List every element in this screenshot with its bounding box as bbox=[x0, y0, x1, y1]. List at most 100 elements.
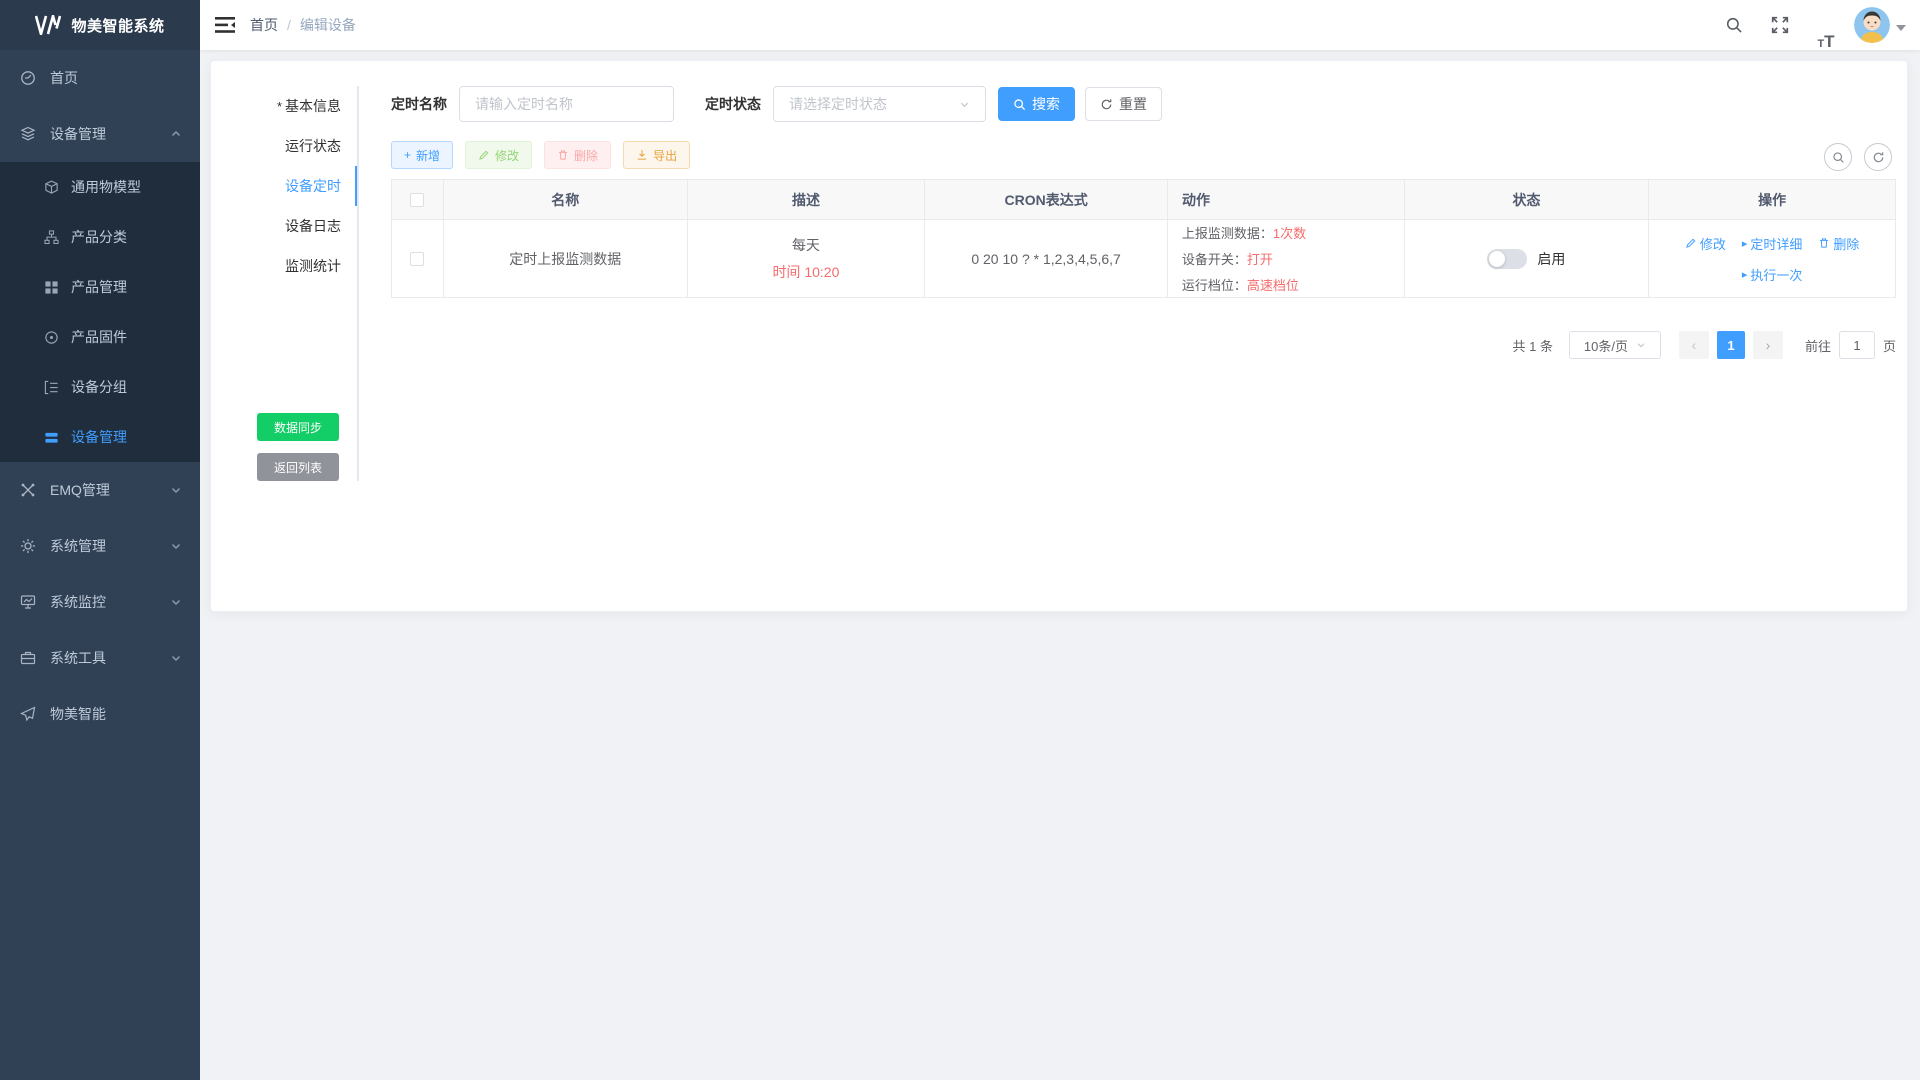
add-button-label: 新增 bbox=[416, 147, 440, 164]
sidebar-item-label: 设备分组 bbox=[71, 377, 127, 397]
pencil-icon bbox=[478, 149, 490, 161]
sidebar-item-home[interactable]: 首页 bbox=[0, 50, 200, 106]
devices-icon bbox=[20, 126, 36, 142]
page-number-1[interactable]: 1 bbox=[1717, 331, 1745, 359]
op-timer-detail-link[interactable]: ▸ 定时详细 bbox=[1742, 234, 1803, 253]
goto-page-input[interactable] bbox=[1839, 331, 1875, 359]
sidebar-item-label: 系统监控 bbox=[50, 592, 106, 612]
avatar-image bbox=[1854, 7, 1890, 43]
sidebar-item-system-mgmt[interactable]: 系统管理 bbox=[0, 518, 200, 574]
font-size-button[interactable]: TT bbox=[1808, 0, 1844, 50]
tab-device-timer[interactable]: 设备定时 bbox=[251, 166, 357, 206]
page-unit-label: 页 bbox=[1883, 336, 1896, 355]
sidebar-item-emq[interactable]: EMQ管理 bbox=[0, 462, 200, 518]
timer-name-input[interactable] bbox=[459, 86, 674, 122]
tab-device-log[interactable]: 设备日志 bbox=[251, 206, 357, 246]
sidebar-item-system-tools[interactable]: 系统工具 bbox=[0, 630, 200, 686]
header-ops: 操作 bbox=[1649, 180, 1895, 220]
sidebar-item-label: 系统工具 bbox=[50, 648, 106, 668]
sidebar-item-device-mgmt[interactable]: 设备管理 bbox=[0, 106, 200, 162]
required-mark: * bbox=[277, 99, 282, 114]
op-delete-link[interactable]: 删除 bbox=[1818, 234, 1859, 253]
tabs-divider bbox=[357, 86, 359, 481]
edit-button-label: 修改 bbox=[495, 147, 519, 164]
tree-icon bbox=[44, 230, 59, 245]
action-label: 运行档位： bbox=[1182, 278, 1247, 293]
reset-button[interactable]: 重置 bbox=[1085, 87, 1162, 121]
paper-plane-icon bbox=[20, 706, 36, 722]
select-placeholder: 请选择定时状态 bbox=[789, 94, 887, 114]
edit-button[interactable]: 修改 bbox=[465, 141, 532, 169]
op-label: 执行一次 bbox=[1750, 265, 1802, 284]
action-value: 1次数 bbox=[1273, 226, 1306, 241]
timer-status-select[interactable]: 请选择定时状态 bbox=[773, 86, 986, 122]
goto-label: 前往 bbox=[1805, 336, 1831, 355]
sidebar-item-product-category[interactable]: 产品分类 bbox=[0, 212, 200, 262]
sidebar-toggle-button[interactable] bbox=[200, 0, 250, 50]
sidebar-item-label: EMQ管理 bbox=[50, 480, 110, 500]
select-all-checkbox[interactable] bbox=[410, 193, 424, 207]
export-button-label: 导出 bbox=[653, 147, 677, 164]
sidebar-item-thing-model[interactable]: 通用物模型 bbox=[0, 162, 200, 212]
caret-right-icon: ▸ bbox=[1742, 268, 1748, 281]
page-size-select[interactable]: 10条/页 bbox=[1569, 331, 1661, 359]
avatar[interactable] bbox=[1854, 7, 1890, 43]
header-search-button[interactable] bbox=[1716, 0, 1752, 50]
action-label: 上报监测数据： bbox=[1182, 226, 1273, 241]
delete-button[interactable]: 删除 bbox=[544, 141, 611, 169]
toggle-search-button[interactable] bbox=[1824, 143, 1852, 171]
export-button[interactable]: 导出 bbox=[623, 141, 690, 169]
sidebar-item-product-mgmt[interactable]: 产品管理 bbox=[0, 262, 200, 312]
action-line: 运行档位：高速档位 bbox=[1182, 275, 1299, 294]
desc-main: 每天 bbox=[792, 235, 820, 255]
sidebar-item-device-mgmt-sub[interactable]: 设备管理 bbox=[0, 412, 200, 462]
tab-monitor-stats[interactable]: 监测统计 bbox=[251, 246, 357, 286]
tab-run-status[interactable]: 运行状态 bbox=[251, 126, 357, 166]
status-toggle[interactable] bbox=[1487, 249, 1527, 269]
monitor-icon bbox=[20, 594, 36, 610]
topbar-actions: TT bbox=[1716, 0, 1920, 50]
data-sync-button[interactable]: 数据同步 bbox=[257, 413, 339, 441]
page-size-value: 10条/页 bbox=[1584, 336, 1628, 355]
sidebar-item-label: 设备管理 bbox=[50, 124, 106, 144]
caret-right-icon: ▸ bbox=[1742, 237, 1748, 250]
sidebar-item-device-group[interactable]: 设备分组 bbox=[0, 362, 200, 412]
pagination: 共 1 条 10条/页 ‹ 1 › 前往 页 bbox=[391, 329, 1896, 361]
sidebar-item-wumei[interactable]: 物美智能 bbox=[0, 686, 200, 742]
chevron-down-icon bbox=[959, 99, 970, 110]
row-checkbox[interactable] bbox=[410, 252, 424, 266]
group-icon bbox=[44, 380, 59, 395]
user-menu[interactable] bbox=[1854, 7, 1906, 43]
download-icon bbox=[636, 149, 648, 161]
action-label: 设备开关： bbox=[1182, 252, 1247, 267]
pagination-goto: 前往 页 bbox=[1805, 331, 1896, 359]
font-size-icon: T bbox=[1824, 33, 1834, 50]
app-logo[interactable]: 物美智能系统 bbox=[0, 0, 200, 50]
tab-basic-info[interactable]: *基本信息 bbox=[251, 86, 357, 126]
sidebar-item-label: 通用物模型 bbox=[71, 177, 141, 197]
chevron-up-icon bbox=[170, 128, 182, 140]
reset-button-label: 重置 bbox=[1119, 94, 1147, 114]
prev-page-button[interactable]: ‹ bbox=[1679, 331, 1709, 359]
sidebar-item-system-monitor[interactable]: 系统监控 bbox=[0, 574, 200, 630]
action-line: 上报监测数据：1次数 bbox=[1182, 223, 1306, 242]
header-cron: CRON表达式 bbox=[925, 180, 1168, 220]
sidebar-item-product-firmware[interactable]: 产品固件 bbox=[0, 312, 200, 362]
action-value: 打开 bbox=[1247, 252, 1273, 267]
sidebar-item-label: 首页 bbox=[50, 68, 78, 88]
breadcrumb-home[interactable]: 首页 bbox=[250, 15, 278, 35]
topbar: 首页 / 编辑设备 TT bbox=[200, 0, 1920, 50]
refresh-table-button[interactable] bbox=[1864, 143, 1892, 171]
fullscreen-button[interactable] bbox=[1762, 0, 1798, 50]
op-run-once-link[interactable]: ▸ 执行一次 bbox=[1742, 265, 1803, 284]
add-button[interactable]: + 新增 bbox=[391, 141, 453, 169]
action-value: 高速档位 bbox=[1247, 278, 1299, 293]
search-button[interactable]: 搜索 bbox=[998, 87, 1075, 121]
op-edit-link[interactable]: 修改 bbox=[1685, 234, 1726, 253]
sidebar-item-label: 产品分类 bbox=[71, 227, 127, 247]
back-to-list-button[interactable]: 返回列表 bbox=[257, 453, 339, 481]
chevron-down-icon bbox=[170, 484, 182, 496]
cell-cron: 0 20 10 ? * 1,2,3,4,5,6,7 bbox=[925, 220, 1168, 298]
sidebar-item-label: 产品管理 bbox=[71, 277, 127, 297]
next-page-button[interactable]: › bbox=[1753, 331, 1783, 359]
